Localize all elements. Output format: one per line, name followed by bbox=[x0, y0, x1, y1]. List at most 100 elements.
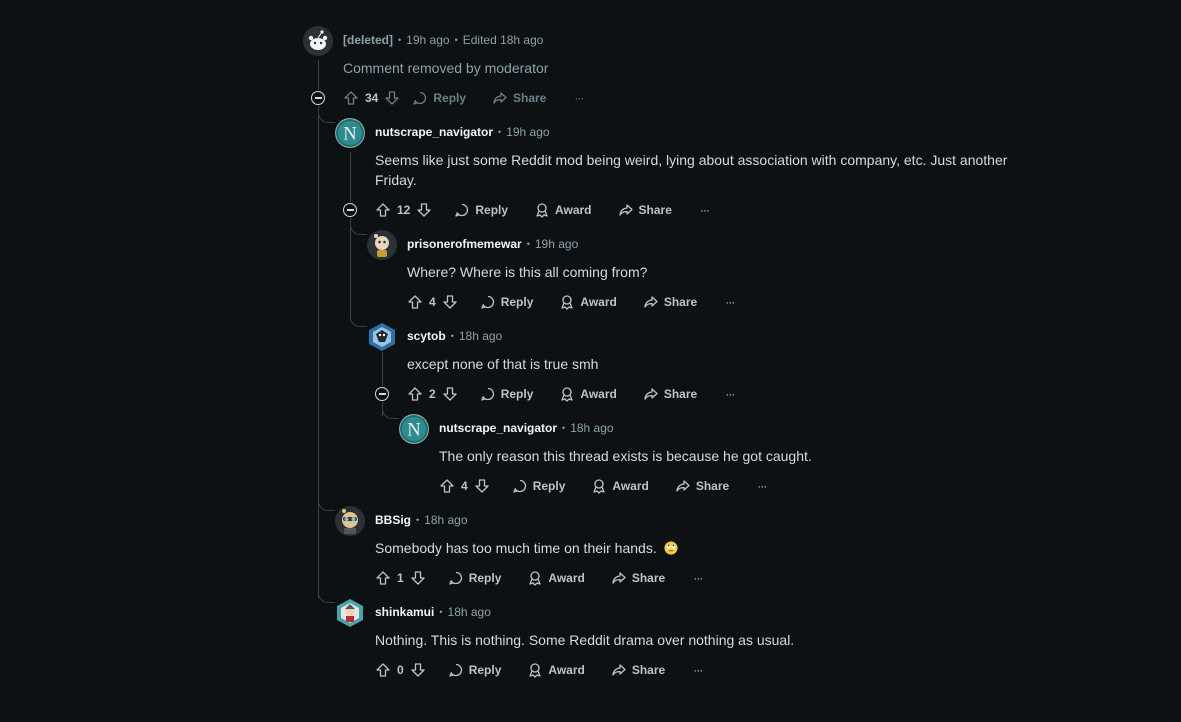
comment-actions: 1 Reply Award Share ··· bbox=[375, 568, 703, 588]
comment-meta: BBSig • 18h ago bbox=[375, 513, 468, 527]
reply-icon bbox=[481, 295, 494, 309]
reply-label: Reply bbox=[532, 479, 566, 493]
comment-actions: 2 Reply Award Share ··· bbox=[407, 384, 735, 404]
share-button[interactable]: Share bbox=[618, 202, 672, 218]
username[interactable]: prisonerofmemewar bbox=[407, 237, 522, 251]
share-label: Share bbox=[638, 203, 672, 217]
reply-button[interactable]: Reply bbox=[480, 294, 533, 310]
user-avatar[interactable] bbox=[335, 506, 365, 536]
thread-line-root bbox=[318, 60, 319, 90]
username[interactable]: shinkamui bbox=[375, 605, 434, 619]
comment-actions: 4 Reply Award Share ··· bbox=[407, 292, 735, 312]
share-button[interactable]: Share bbox=[611, 662, 665, 678]
thread-line-level2 bbox=[350, 152, 351, 202]
downvote-icon[interactable] bbox=[442, 294, 458, 310]
share-button[interactable]: Share bbox=[492, 90, 546, 106]
reply-icon bbox=[481, 387, 494, 401]
award-button[interactable]: Award bbox=[591, 478, 649, 494]
more-icon[interactable]: ··· bbox=[757, 479, 767, 493]
timestamp: 18h ago bbox=[570, 421, 614, 435]
timestamp: 19h ago bbox=[534, 237, 579, 251]
downvote-icon[interactable] bbox=[442, 386, 458, 402]
award-button[interactable]: Award bbox=[527, 662, 585, 678]
more-icon[interactable]: ··· bbox=[700, 203, 710, 217]
deleted-user-avatar[interactable] bbox=[303, 26, 333, 56]
award-button[interactable]: Award bbox=[534, 202, 592, 218]
comment-text: Somebody has too much time on their hand… bbox=[375, 540, 657, 556]
username: [deleted] bbox=[343, 33, 394, 47]
downvote-icon[interactable] bbox=[384, 90, 400, 106]
upvote-icon[interactable] bbox=[375, 662, 391, 678]
share-icon bbox=[644, 296, 658, 308]
share-button[interactable]: Share bbox=[643, 386, 697, 402]
award-icon bbox=[536, 203, 548, 218]
username[interactable]: nutscrape_navigator bbox=[375, 125, 493, 139]
share-button[interactable]: Share bbox=[643, 294, 697, 310]
more-icon[interactable]: ··· bbox=[725, 387, 735, 401]
share-icon bbox=[612, 572, 626, 584]
user-avatar[interactable] bbox=[367, 322, 397, 352]
comment-actions: 34 Reply Share ··· bbox=[343, 88, 584, 108]
user-avatar[interactable]: N bbox=[335, 118, 365, 148]
reply-button[interactable]: Reply bbox=[512, 478, 566, 494]
downvote-icon[interactable] bbox=[474, 478, 490, 494]
username[interactable]: nutscrape_navigator bbox=[439, 421, 557, 435]
upvote-icon[interactable] bbox=[375, 570, 391, 586]
user-avatar[interactable]: N bbox=[399, 414, 429, 444]
comment-body: The only reason this thread exists is be… bbox=[439, 448, 812, 464]
reply-button[interactable]: Reply bbox=[412, 90, 466, 106]
thread-curve bbox=[318, 498, 335, 511]
upvote-icon[interactable] bbox=[439, 478, 455, 494]
collapse-button[interactable] bbox=[375, 387, 389, 401]
reply-button[interactable]: Reply bbox=[448, 570, 502, 586]
reply-label: Reply bbox=[468, 571, 502, 585]
username[interactable]: BBSig bbox=[375, 513, 411, 527]
more-icon[interactable]: ··· bbox=[574, 91, 584, 105]
award-button[interactable]: Award bbox=[527, 570, 585, 586]
username[interactable]: scytob bbox=[407, 329, 446, 343]
timestamp: 19h ago bbox=[506, 125, 550, 139]
user-avatar[interactable] bbox=[335, 598, 365, 628]
reply-icon bbox=[513, 479, 526, 493]
upvote-icon[interactable] bbox=[407, 386, 423, 402]
downvote-icon[interactable] bbox=[416, 202, 432, 218]
more-icon[interactable]: ··· bbox=[693, 663, 703, 677]
comment-body: Where? Where is this all coming from? bbox=[407, 264, 648, 280]
share-icon bbox=[644, 388, 658, 400]
share-button[interactable]: Share bbox=[675, 478, 729, 494]
separator: • bbox=[398, 35, 402, 45]
upvote-icon[interactable] bbox=[407, 294, 423, 310]
award-icon bbox=[529, 571, 542, 586]
share-button[interactable]: Share bbox=[611, 570, 665, 586]
share-icon bbox=[676, 480, 690, 492]
downvote-icon[interactable] bbox=[410, 662, 426, 678]
award-label: Award bbox=[612, 479, 649, 493]
reply-button[interactable]: Reply bbox=[480, 386, 533, 402]
reply-label: Reply bbox=[468, 663, 502, 677]
user-avatar[interactable] bbox=[367, 230, 397, 260]
reply-icon bbox=[449, 663, 462, 677]
collapse-button[interactable] bbox=[311, 91, 325, 105]
upvote-icon[interactable] bbox=[343, 90, 359, 106]
award-icon bbox=[561, 295, 574, 310]
edited-label: Edited 18h ago bbox=[462, 33, 544, 47]
award-button[interactable]: Award bbox=[559, 294, 617, 310]
collapse-button[interactable] bbox=[343, 203, 357, 217]
timestamp: 18h ago bbox=[458, 329, 503, 343]
reply-button[interactable]: Reply bbox=[454, 202, 508, 218]
separator: • bbox=[439, 607, 443, 617]
share-label: Share bbox=[695, 479, 730, 493]
comment-body: Nothing. This is nothing. Some Reddit dr… bbox=[375, 632, 795, 648]
more-icon[interactable]: ··· bbox=[725, 295, 735, 309]
downvote-icon[interactable] bbox=[410, 570, 426, 586]
share-icon bbox=[493, 92, 507, 104]
reply-button[interactable]: Reply bbox=[448, 662, 502, 678]
upvote-icon[interactable] bbox=[375, 202, 391, 218]
more-icon[interactable]: ··· bbox=[693, 571, 703, 585]
reply-icon bbox=[449, 571, 462, 585]
award-label: Award bbox=[580, 387, 617, 401]
comment-meta: prisonerofmemewar • 19h ago bbox=[407, 237, 578, 251]
award-button[interactable]: Award bbox=[559, 386, 617, 402]
separator: • bbox=[526, 239, 530, 249]
award-icon bbox=[593, 479, 606, 494]
